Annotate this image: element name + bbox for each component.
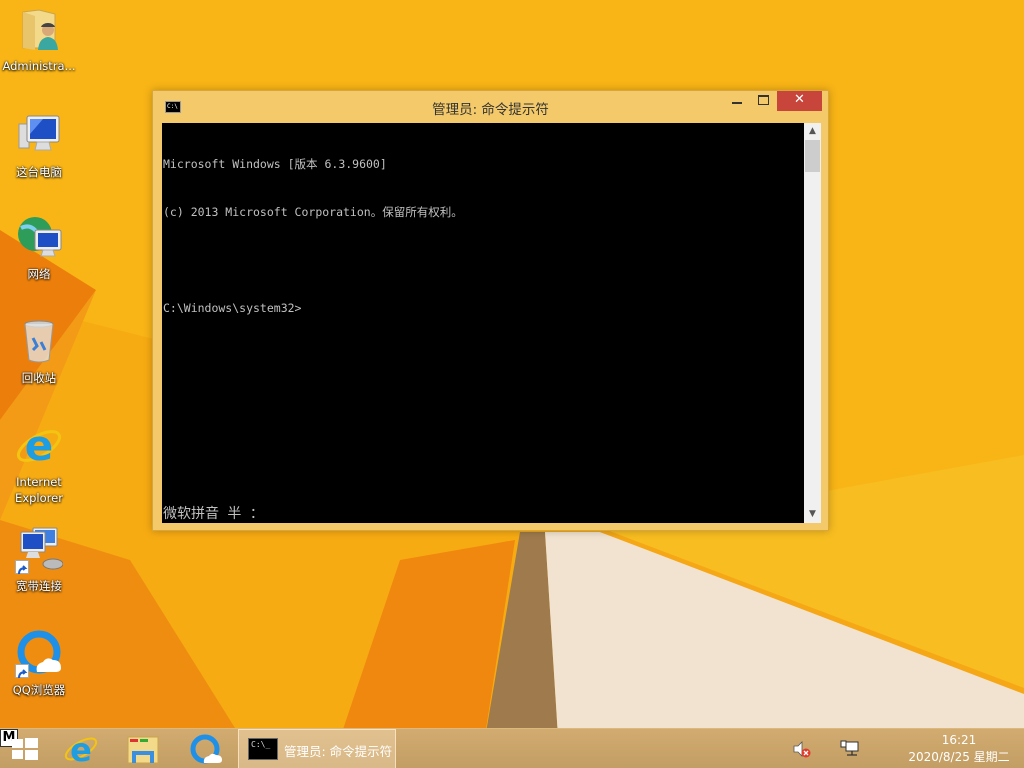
taskbar-file-explorer[interactable]: [120, 729, 166, 768]
desktop-icon-network[interactable]: 网络: [0, 214, 78, 282]
cmd-icon: C:\_: [248, 738, 278, 760]
svg-text:e: e: [70, 731, 92, 768]
close-icon: ✕: [794, 92, 805, 107]
command-prompt-window[interactable]: C:\ 管理员: 命令提示符 ✕ Microsoft Windows [版本 6…: [152, 90, 829, 531]
shortcut-arrow-icon: [15, 664, 29, 679]
scroll-thumb[interactable]: [805, 140, 820, 172]
desktop-icon-internet-explorer[interactable]: e Internet Explorer: [0, 421, 78, 506]
network-status-icon[interactable]: [840, 740, 860, 758]
maximize-button[interactable]: [751, 91, 777, 111]
svg-text:e: e: [25, 422, 54, 470]
file-explorer-icon: [127, 736, 159, 764]
taskbar-internet-explorer[interactable]: e: [58, 729, 104, 768]
desktop-icon-label: 宽带连接: [16, 579, 62, 593]
volume-muted-icon[interactable]: [792, 740, 812, 758]
desktop-icon-broadband[interactable]: 宽带连接: [0, 526, 78, 594]
clock[interactable]: 16:21 2020/8/25 星期二: [900, 732, 1018, 766]
scroll-down-button[interactable]: ▼: [804, 506, 821, 523]
minimize-button[interactable]: [725, 91, 751, 111]
qq-browser-icon: [15, 630, 63, 679]
desktop-icon-label: 网络: [27, 267, 51, 281]
recycle-bin-icon: [15, 318, 63, 366]
taskbar-command-prompt[interactable]: C:\_ 管理员: 命令提示符: [238, 729, 396, 768]
console-output[interactable]: Microsoft Windows [版本 6.3.9600] (c) 2013…: [162, 123, 804, 523]
title-bar[interactable]: C:\ 管理员: 命令提示符 ✕: [153, 91, 828, 123]
console-prompt: C:\Windows\system32>: [163, 301, 302, 315]
desktop-icon-label: 这台电脑: [16, 165, 62, 179]
desktop-icon-label: QQ浏览器: [12, 683, 66, 697]
desktop-icon-label: Administra...: [2, 59, 76, 73]
taskbar-app-label: 管理员: 命令提示符: [284, 744, 393, 759]
clock-time: 16:21: [941, 733, 977, 747]
ime-status-bar: 微软拼音 半 ：: [163, 506, 264, 522]
internet-explorer-icon: e: [15, 421, 63, 470]
desktop-icon-qq-browser[interactable]: QQ浏览器: [0, 630, 78, 698]
desktop-icon-label: Internet Explorer: [15, 475, 63, 505]
console-line: (c) 2013 Microsoft Corporation。保留所有权利。: [163, 205, 463, 219]
internet-explorer-icon: e: [64, 731, 98, 768]
close-button[interactable]: ✕: [777, 91, 822, 111]
taskbar: e C:\_ 管理员: 命令提示符 M 16:21 2020/8/25 星期二: [0, 728, 1024, 768]
user-folder-icon: [15, 6, 63, 54]
clock-date: 2020/8/25 星期二: [908, 750, 1010, 764]
desktop-icon-administrator[interactable]: Administra...: [0, 6, 78, 74]
shortcut-arrow-icon: [15, 560, 29, 575]
network-icon: [15, 214, 63, 262]
taskbar-qq-browser[interactable]: [182, 729, 228, 768]
vertical-scrollbar[interactable]: ▲ ▼: [804, 123, 821, 523]
scroll-up-button[interactable]: ▲: [804, 123, 821, 140]
console-line: Microsoft Windows [版本 6.3.9600]: [163, 157, 387, 171]
computer-icon: [15, 112, 63, 160]
qq-browser-icon: [190, 734, 222, 764]
windows-logo-icon: [12, 738, 38, 760]
broadband-connection-icon: [15, 526, 64, 575]
desktop-icon-recycle-bin[interactable]: 回收站: [0, 318, 78, 386]
start-button[interactable]: [0, 729, 50, 768]
desktop-icon-label: 回收站: [21, 371, 57, 385]
desktop-icon-this-pc[interactable]: 这台电脑: [0, 112, 78, 180]
